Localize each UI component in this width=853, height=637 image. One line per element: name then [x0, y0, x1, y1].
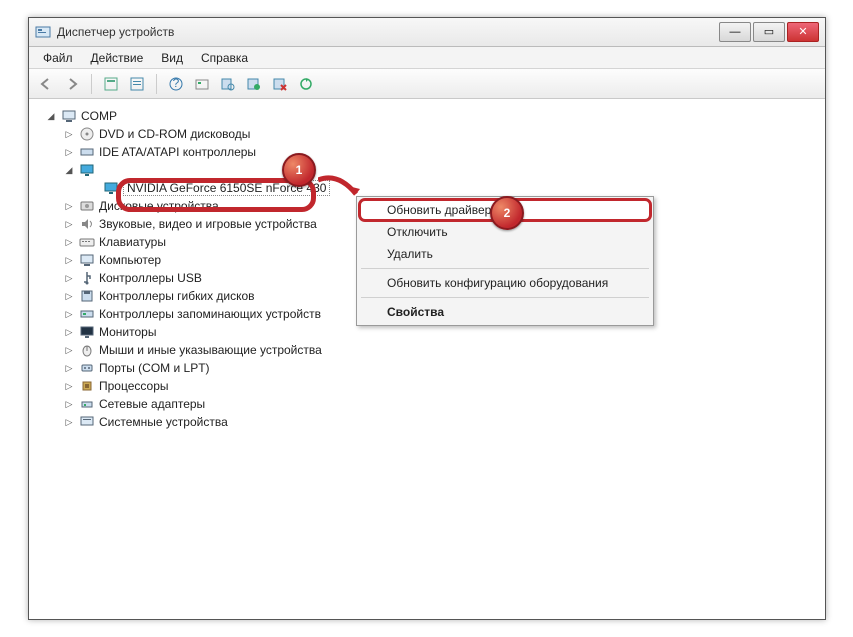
app-icon: [35, 24, 51, 40]
system-icon: [79, 414, 95, 430]
tree-node-ports[interactable]: ▷ Порты (COM и LPT): [33, 359, 821, 377]
network-icon: [79, 396, 95, 412]
expand-icon[interactable]: ▷: [63, 327, 75, 338]
collapse-icon[interactable]: ◢: [63, 165, 75, 176]
forward-button[interactable]: [61, 73, 83, 95]
display-icon: [79, 162, 95, 178]
titlebar: Диспетчер устройств — ▭ ✕: [29, 18, 825, 47]
disc-icon: [79, 126, 95, 142]
svg-text:?: ?: [173, 76, 180, 90]
expand-icon[interactable]: ▷: [63, 255, 75, 266]
uninstall-toolbar-button[interactable]: [243, 73, 265, 95]
tree-node-system[interactable]: ▷ Системные устройства: [33, 413, 821, 431]
show-hidden-button[interactable]: [100, 73, 122, 95]
ctx-separator: [361, 297, 649, 298]
usb-icon: [79, 270, 95, 286]
tree-node-mouse[interactable]: ▷ Мыши и иные указывающие устройства: [33, 341, 821, 359]
sound-icon: [79, 216, 95, 232]
expand-icon[interactable]: ▷: [63, 237, 75, 248]
menubar: Файл Действие Вид Справка: [29, 47, 825, 69]
back-button[interactable]: [35, 73, 57, 95]
port-icon: [79, 360, 95, 376]
expand-icon[interactable]: ▷: [63, 417, 75, 428]
arrow-1-to-2: [318, 172, 360, 204]
maximize-button[interactable]: ▭: [753, 22, 785, 42]
expand-icon[interactable]: ▷: [63, 309, 75, 320]
storage-ctrl-icon: [79, 306, 95, 322]
ctx-scan-hardware[interactable]: Обновить конфигурацию оборудования: [359, 272, 651, 294]
menu-file[interactable]: Файл: [35, 49, 81, 67]
monitor-icon: [79, 324, 95, 340]
toolbar-separator: [91, 74, 92, 94]
close-button[interactable]: ✕: [787, 22, 819, 42]
ctx-remove[interactable]: Удалить: [359, 243, 651, 265]
tree-node-cpu[interactable]: ▷ Процессоры: [33, 377, 821, 395]
expand-icon[interactable]: ▷: [63, 381, 75, 392]
expand-icon[interactable]: ▷: [63, 273, 75, 284]
badge-2: 2: [490, 196, 524, 230]
device-tree[interactable]: ◢ COMP ▷ DVD и CD-ROM дисководы ▷ IDE AT…: [29, 99, 825, 619]
tree-node-network[interactable]: ▷ Сетевые адаптеры: [33, 395, 821, 413]
tree-node-display-adapters[interactable]: ◢: [33, 161, 821, 179]
ide-icon: [79, 144, 95, 160]
minimize-button[interactable]: —: [719, 22, 751, 42]
update-toolbar-button[interactable]: [191, 73, 213, 95]
disk-icon: [79, 198, 95, 214]
expand-icon[interactable]: ▷: [63, 129, 75, 140]
window-controls: — ▭ ✕: [717, 22, 819, 42]
keyboard-icon: [79, 234, 95, 250]
tree-node-nvidia-device[interactable]: NVIDIA GeForce 6150SE nForce 430: [33, 179, 821, 197]
menu-view[interactable]: Вид: [153, 49, 191, 67]
expand-icon[interactable]: ▷: [63, 345, 75, 356]
window-title: Диспетчер устройств: [57, 25, 174, 39]
toolbar-separator: [156, 74, 157, 94]
disable-toolbar-button[interactable]: [269, 73, 291, 95]
menu-action[interactable]: Действие: [83, 49, 152, 67]
display-icon: [103, 180, 119, 196]
collapse-icon[interactable]: ◢: [45, 111, 57, 122]
help-toolbar-button[interactable]: ?: [165, 73, 187, 95]
expand-icon[interactable]: ▷: [63, 147, 75, 158]
floppy-ctrl-icon: [79, 288, 95, 304]
scan-toolbar-button[interactable]: [217, 73, 239, 95]
toolbar: ?: [29, 69, 825, 99]
menu-help[interactable]: Справка: [193, 49, 256, 67]
tree-node-dvd[interactable]: ▷ DVD и CD-ROM дисководы: [33, 125, 821, 143]
expand-icon[interactable]: ▷: [63, 291, 75, 302]
ctx-properties[interactable]: Свойства: [359, 301, 651, 323]
tree-root-label: COMP: [81, 109, 117, 123]
cpu-icon: [79, 378, 95, 394]
computer-icon: [61, 108, 77, 124]
expand-icon[interactable]: ▷: [63, 201, 75, 212]
expand-icon[interactable]: ▷: [63, 363, 75, 374]
tree-node-ide[interactable]: ▷ IDE ATA/ATAPI контроллеры: [33, 143, 821, 161]
expand-icon[interactable]: ▷: [63, 219, 75, 230]
mouse-icon: [79, 342, 95, 358]
badge-1: 1: [282, 153, 316, 187]
refresh-toolbar-button[interactable]: [295, 73, 317, 95]
ctx-separator: [361, 268, 649, 269]
expand-icon[interactable]: ▷: [63, 399, 75, 410]
computer-icon: [79, 252, 95, 268]
properties-toolbar-button[interactable]: [126, 73, 148, 95]
tree-root[interactable]: ◢ COMP: [33, 107, 821, 125]
